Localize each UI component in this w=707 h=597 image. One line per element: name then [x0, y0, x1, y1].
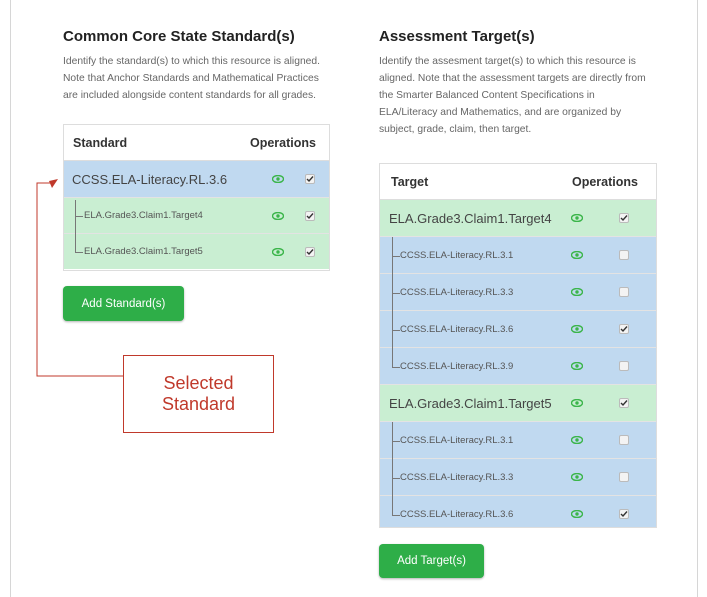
- selected-standard-callout: Selected Standard: [123, 355, 274, 433]
- callout-line-2: Standard: [161, 394, 236, 414]
- callout-line-1: Selected: [163, 373, 234, 393]
- callout-arrow: [36, 179, 123, 377]
